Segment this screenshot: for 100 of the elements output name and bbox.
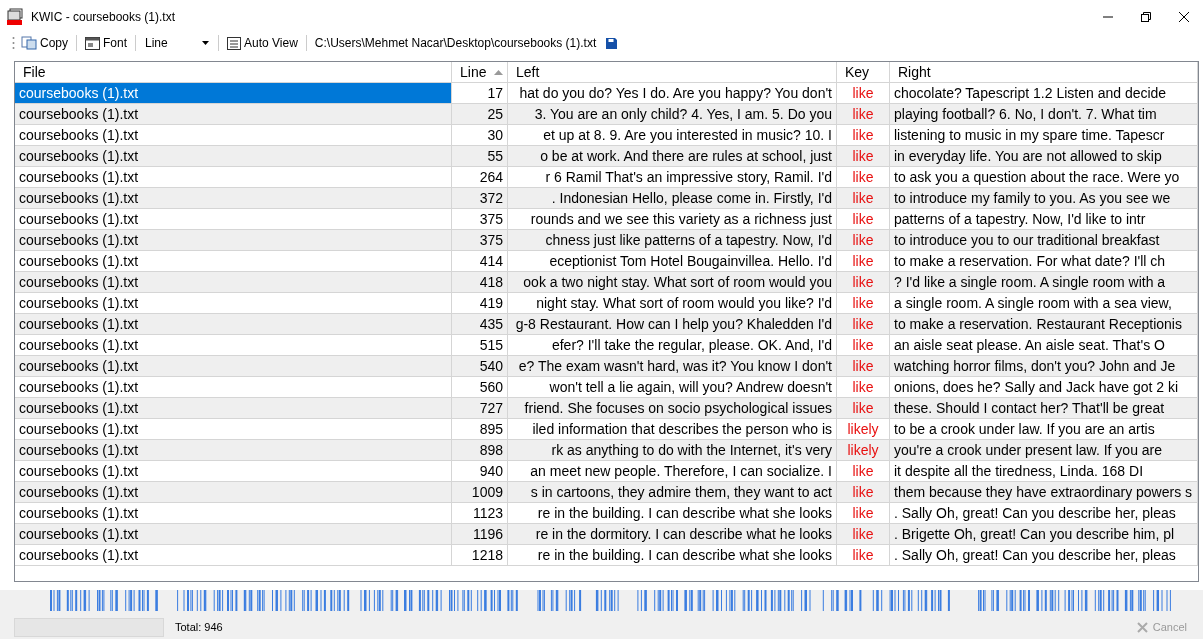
table-cell: you're a crook under present law. If you are	[890, 440, 1198, 460]
table-cell: it despite all the tiredness, Linda. 168 DI	[890, 461, 1198, 481]
close-icon[interactable]	[1178, 11, 1190, 23]
table-cell: like	[837, 524, 890, 544]
table-cell: . Brigette Oh, great! Can you describe him, pl	[890, 524, 1198, 544]
table-cell[interactable]: coursebooks (1).txt	[15, 482, 452, 502]
table-cell[interactable]: coursebooks (1).txt	[15, 146, 452, 166]
table-cell: likely	[837, 419, 890, 439]
table-cell: et up at 8. 9. Are you interested in music? 10. I	[508, 125, 837, 145]
table-cell: to be a crook under law. If you are an artis	[890, 419, 1198, 439]
table-cell[interactable]: coursebooks (1).txt	[15, 188, 452, 208]
table-cell: 727	[452, 398, 508, 418]
table-cell: like	[837, 545, 890, 565]
table-cell[interactable]: coursebooks (1).txt	[15, 545, 452, 565]
table-cell[interactable]: coursebooks (1).txt	[15, 209, 452, 229]
table-cell[interactable]: coursebooks (1).txt	[15, 398, 452, 418]
column-header[interactable]: File	[15, 62, 452, 82]
table-cell: eceptionist Tom Hotel Bougainvillea. Hello. I'd	[508, 251, 837, 271]
table-cell: 560	[452, 377, 508, 397]
restore-icon[interactable]	[1140, 11, 1152, 23]
column-header[interactable]: Line	[452, 62, 508, 82]
table-cell: an aisle seat please. An aisle seat. That's O	[890, 335, 1198, 355]
table-cell: chocolate? Tapescript 1.2 Listen and decide	[890, 83, 1198, 103]
table-cell: like	[837, 503, 890, 523]
table-cell: like	[837, 398, 890, 418]
table-cell[interactable]: coursebooks (1).txt	[15, 251, 452, 271]
table-cell: like	[837, 272, 890, 292]
table-cell: like	[837, 377, 890, 397]
table-cell[interactable]: coursebooks (1).txt	[15, 314, 452, 334]
table-cell: to introduce my family to you. As you see we	[890, 188, 1198, 208]
table-cell: 30	[452, 125, 508, 145]
table-cell[interactable]: coursebooks (1).txt	[15, 83, 452, 103]
table-cell[interactable]: coursebooks (1).txt	[15, 503, 452, 523]
table-cell: to make a reservation. Restaurant Receptionis	[890, 314, 1198, 334]
save-icon[interactable]	[606, 37, 618, 49]
table-cell: . Indonesian Hello, please come in. Firstly, I'd	[508, 188, 837, 208]
auto-view-button[interactable]: Auto View	[225, 36, 300, 50]
column-header[interactable]: Left	[508, 62, 837, 82]
table-cell: listening to music in my spare time. Tapescr	[890, 125, 1198, 145]
window-title: KWIC - coursebooks (1).txt	[31, 10, 177, 24]
table-cell[interactable]: coursebooks (1).txt	[15, 335, 452, 355]
table-cell: . Sally Oh, great! Can you describe her, pleas	[890, 545, 1198, 565]
table-cell: iled information that describes the person who is	[508, 419, 837, 439]
table-cell: 540	[452, 356, 508, 376]
table-cell: 372	[452, 188, 508, 208]
table-cell: like	[837, 482, 890, 502]
table-cell: onions, does he? Sally and Jack have got 2 ki	[890, 377, 1198, 397]
table-cell: 895	[452, 419, 508, 439]
grip-icon[interactable]	[12, 36, 15, 50]
table-cell: like	[837, 146, 890, 166]
table-cell: chness just like patterns of a tapestry. Now, I'd	[508, 230, 837, 250]
table-cell[interactable]: coursebooks (1).txt	[15, 167, 452, 187]
table-cell: 17	[452, 83, 508, 103]
table-cell: to make a reservation. For what date? I'll ch	[890, 251, 1198, 271]
table-cell: won't tell a lie again, will you? Andrew doesn't	[508, 377, 837, 397]
table-cell: re in the building. I can describe what she looks	[508, 503, 837, 523]
table-cell: like	[837, 335, 890, 355]
table-cell: patterns of a tapestry. Now, I'd like to intr	[890, 209, 1198, 229]
table-cell: them because they have extraordinary powers s	[890, 482, 1198, 502]
table-cell: night stay. What sort of room would you like? I'd	[508, 293, 837, 313]
table-cell: ? I'd like a single room. A single room with a	[890, 272, 1198, 292]
table-cell: like	[837, 83, 890, 103]
copy-icon	[21, 36, 37, 50]
window-icon	[227, 36, 242, 50]
table-cell[interactable]: coursebooks (1).txt	[15, 125, 452, 145]
table-cell: like	[837, 293, 890, 313]
table-cell: r 6 Ramil That's an impressive story, Ramil. I'd	[508, 167, 837, 187]
copy-button[interactable]: Copy	[19, 36, 70, 50]
table-cell[interactable]: coursebooks (1).txt	[15, 524, 452, 544]
table-cell: likely	[837, 440, 890, 460]
file-path: C:\Users\Mehmet Nacar\Desktop\coursebooks (1).txt	[314, 36, 597, 50]
table-cell: like	[837, 314, 890, 334]
table-cell: 419	[452, 293, 508, 313]
table-cell[interactable]: coursebooks (1).txt	[15, 272, 452, 292]
table-cell[interactable]: coursebooks (1).txt	[15, 440, 452, 460]
table-cell: re in the building. I can describe what she looks	[508, 545, 837, 565]
total-count: Total: 946	[175, 621, 224, 633]
table-cell: efer? I'll take the regular, please. OK. And, I'd	[508, 335, 837, 355]
close-icon	[1136, 621, 1148, 633]
table-cell: like	[837, 209, 890, 229]
font-button[interactable]: Font	[83, 36, 130, 50]
table-cell: these. Should I contact her? That'll be great	[890, 398, 1198, 418]
table-cell: watching horror films, don't you? John and Je	[890, 356, 1198, 376]
table-cell: 3. You are an only child? 4. Yes, I am. 5. Do you	[508, 104, 837, 124]
table-cell: 435	[452, 314, 508, 334]
table-cell: like	[837, 356, 890, 376]
table-cell[interactable]: coursebooks (1).txt	[15, 104, 452, 124]
table-cell[interactable]: coursebooks (1).txt	[15, 377, 452, 397]
column-header[interactable]: Key	[837, 62, 890, 82]
column-header[interactable]: Right	[890, 62, 1198, 82]
table-cell[interactable]: coursebooks (1).txt	[15, 356, 452, 376]
table-cell: rk as anything to do with the Internet, it's very	[508, 440, 837, 460]
table-cell[interactable]: coursebooks (1).txt	[15, 293, 452, 313]
table-cell: 418	[452, 272, 508, 292]
table-cell[interactable]: coursebooks (1).txt	[15, 230, 452, 250]
table-cell[interactable]: coursebooks (1).txt	[15, 461, 452, 481]
table-cell: rounds and we see this variety as a richness just	[508, 209, 837, 229]
table-cell[interactable]: coursebooks (1).txt	[15, 419, 452, 439]
table-cell: o be at work. And there are rules at school, just	[508, 146, 837, 166]
table-cell: 898	[452, 440, 508, 460]
